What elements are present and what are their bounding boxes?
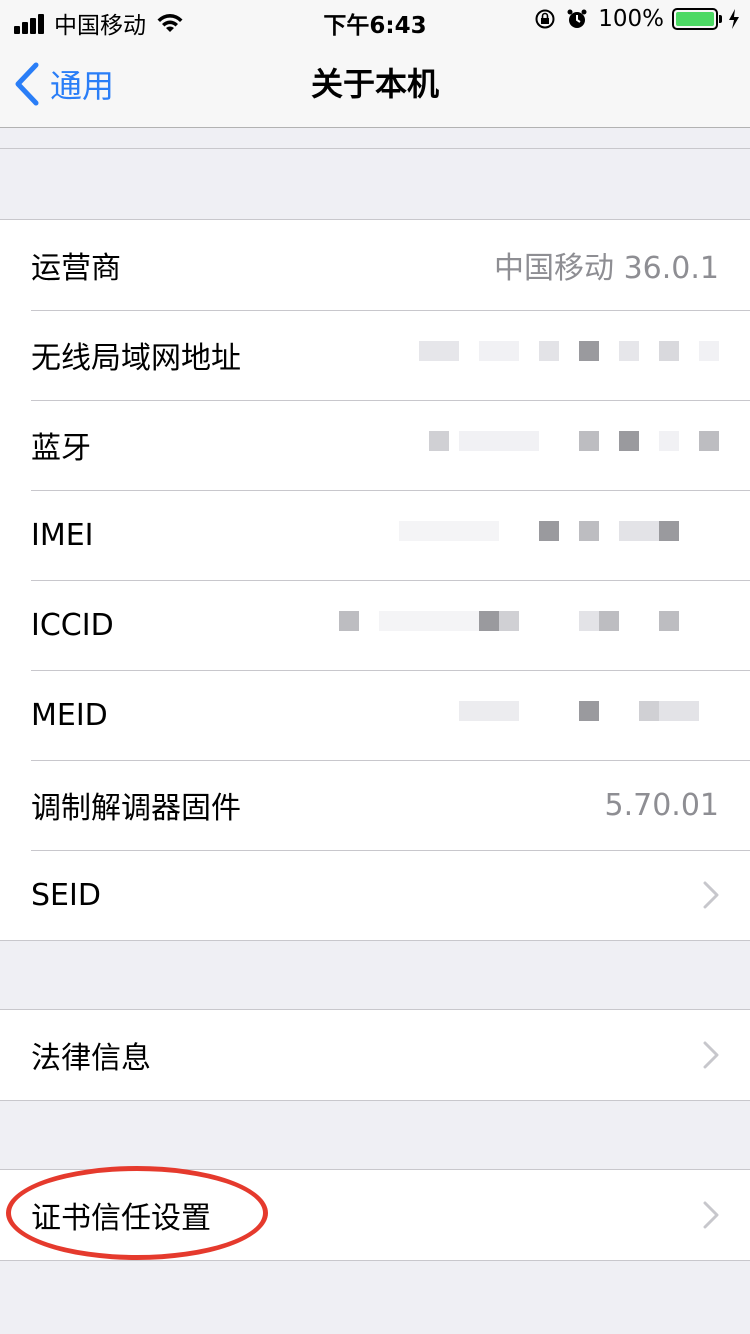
info-group: 运营商 中国移动 36.0.1 无线局域网地址 蓝牙 IMEI ICCID ME… — [0, 219, 750, 941]
row-seid[interactable]: SEID — [0, 850, 750, 940]
row-label: IMEI — [31, 517, 94, 553]
row-value: 中国移动 36.0.1 — [494, 251, 719, 286]
legal-group: 法律信息 — [0, 1009, 750, 1101]
status-bar: 中国移动 下午6:43 100% — [0, 0, 750, 40]
battery-percent: 100% — [598, 6, 664, 32]
charging-icon — [729, 9, 739, 29]
row-legal-info[interactable]: 法律信息 — [0, 1010, 750, 1100]
certificate-group: 证书信任设置 — [0, 1169, 750, 1261]
redacted-value — [429, 431, 719, 459]
row-label: ICCID — [31, 607, 114, 643]
row-label: SEID — [31, 877, 101, 913]
row-bluetooth: 蓝牙 — [0, 400, 750, 490]
battery-icon — [672, 8, 722, 30]
rotation-lock-icon — [535, 9, 555, 29]
row-label: 无线局域网地址 — [31, 341, 241, 376]
status-right: 100% — [534, 6, 740, 32]
row-meid: MEID — [0, 670, 750, 760]
row-modem-firmware: 调制解调器固件 5.70.01 — [0, 760, 750, 850]
row-carrier: 运营商 中国移动 36.0.1 — [0, 220, 750, 310]
redacted-value — [459, 701, 719, 729]
chevron-right-icon — [703, 1041, 719, 1069]
row-label: MEID — [31, 697, 108, 733]
navigation-bar: 通用 关于本机 — [0, 40, 750, 128]
redacted-value — [399, 521, 719, 549]
row-imei: IMEI — [0, 490, 750, 580]
page-title: 关于本机 — [310, 65, 439, 103]
row-label: 证书信任设置 — [31, 1201, 211, 1236]
section-divider — [0, 148, 750, 149]
row-label: 调制解调器固件 — [31, 791, 241, 826]
row-wifi-address: 无线局域网地址 — [0, 310, 750, 400]
alarm-icon — [567, 9, 587, 28]
row-label: 蓝牙 — [31, 431, 91, 466]
row-label: 运营商 — [31, 251, 121, 286]
redacted-value — [419, 341, 719, 369]
redacted-value — [339, 611, 719, 639]
row-label: 法律信息 — [31, 1041, 151, 1076]
chevron-right-icon — [703, 881, 719, 909]
row-iccid: ICCID — [0, 580, 750, 670]
row-value: 5.70.01 — [604, 787, 719, 823]
row-certificate-trust-settings[interactable]: 证书信任设置 — [0, 1170, 750, 1260]
chevron-right-icon — [703, 1201, 719, 1229]
